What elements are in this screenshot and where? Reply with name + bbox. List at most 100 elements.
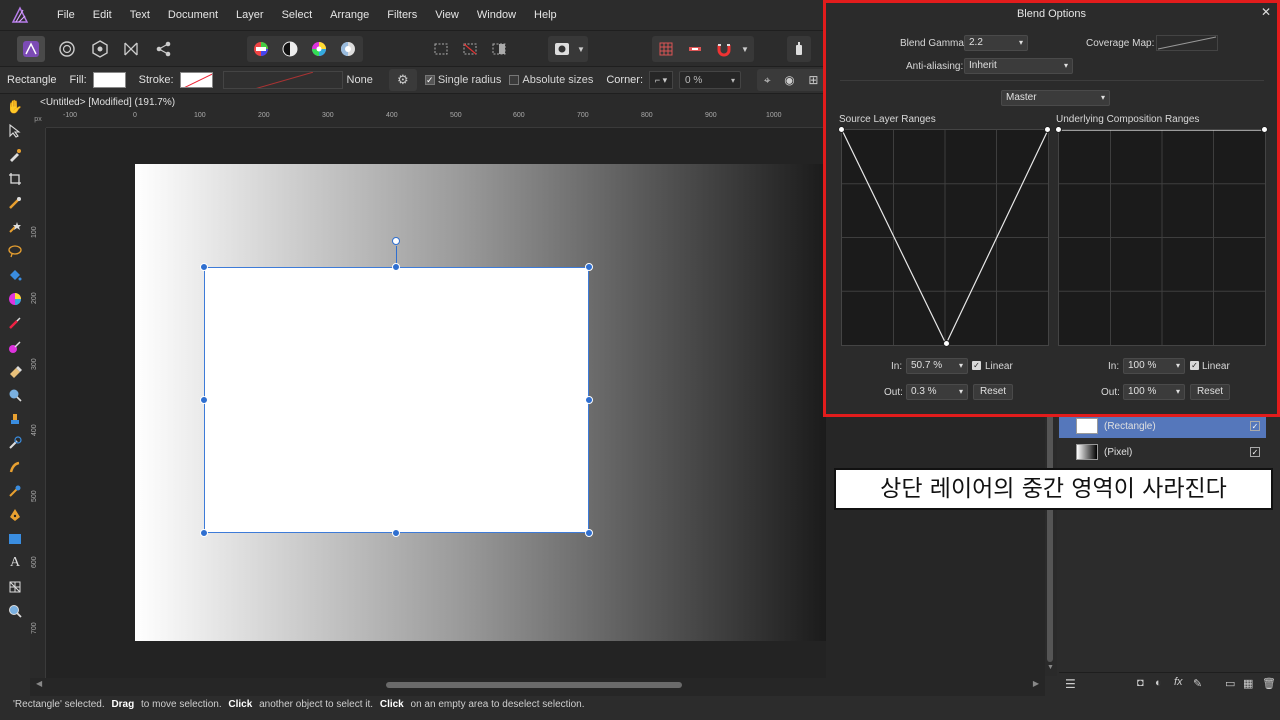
source-ranges-graph[interactable] (841, 129, 1049, 346)
vertical-scroll-thumb[interactable] (1047, 410, 1053, 662)
adjustment-icon[interactable]: ◐ (1155, 677, 1162, 689)
paint-brush-tool-icon[interactable] (5, 313, 25, 333)
blemish-removal-tool-icon[interactable] (5, 433, 25, 453)
snapping-magnet-icon[interactable] (710, 36, 738, 62)
marquee-selection-icon[interactable] (427, 36, 455, 62)
layer-row-rectangle[interactable]: (Rectangle) ✓ (1059, 414, 1266, 438)
settings-button[interactable]: ⚙ (388, 69, 417, 91)
sharpen-tool-icon[interactable] (5, 481, 25, 501)
gradient-tool-icon[interactable] (5, 289, 25, 309)
underlying-reset-button[interactable]: Reset (1190, 384, 1230, 400)
resize-handle-top[interactable] (392, 263, 400, 271)
resize-handle-top-right[interactable] (585, 263, 593, 271)
mesh-warp-tool-icon[interactable] (5, 577, 25, 597)
tone-mapping-persona-icon[interactable] (117, 36, 145, 62)
resize-handle-bottom[interactable] (392, 529, 400, 537)
resize-handle-right[interactable] (585, 396, 593, 404)
corner-type-dropdown[interactable]: ⌐ ▾ (649, 71, 674, 89)
single-radius-checkbox[interactable]: ✓ (424, 75, 435, 85)
menu-window[interactable]: Window (468, 9, 525, 21)
scroll-down-icon[interactable]: ▼ (1047, 664, 1054, 671)
source-curve-point[interactable] (943, 340, 950, 347)
color-wheel-icon[interactable] (305, 36, 333, 62)
color-picker-tool-icon[interactable] (5, 145, 25, 165)
group-folder-icon[interactable]: ▭ (1225, 677, 1235, 690)
export-persona-icon[interactable] (150, 36, 178, 62)
channel-dropdown[interactable]: Master ▾ (1001, 90, 1110, 106)
canvas[interactable] (46, 128, 826, 678)
mask-icon[interactable]: ◘ (1137, 677, 1144, 689)
hand-tool-icon[interactable]: ✋ (5, 97, 25, 117)
menu-arrange[interactable]: Arrange (321, 9, 378, 21)
grid-icon[interactable] (652, 36, 680, 62)
layers-stack-icon[interactable]: ☰ (1065, 677, 1076, 691)
underlying-ranges-graph[interactable] (1058, 129, 1266, 346)
underlying-curve-point[interactable] (1055, 126, 1062, 133)
fill-swatch[interactable] (92, 72, 126, 88)
white-balance-icon[interactable] (334, 36, 362, 62)
lasso-tool-icon[interactable] (5, 241, 25, 261)
rectangle-shape[interactable] (204, 267, 589, 533)
horizontal-scroll-thumb[interactable] (386, 682, 682, 688)
chevron-down-icon[interactable]: ▼ (574, 36, 588, 62)
layer-visibility-checkbox[interactable]: ✓ (1250, 421, 1260, 431)
chevron-down-icon[interactable]: ▼ (738, 36, 752, 62)
menu-layer[interactable]: Layer (227, 9, 273, 21)
rectangle-tool-icon[interactable] (5, 529, 25, 549)
liquify-persona-icon[interactable] (53, 36, 81, 62)
levels-icon[interactable] (247, 36, 275, 62)
vertical-scrollbar[interactable]: ▼ (1045, 410, 1057, 676)
fx-icon[interactable]: fx (1174, 676, 1183, 688)
layer-row-pixel[interactable]: (Pixel) ✓ (1059, 440, 1266, 464)
snap-guides-icon[interactable] (681, 36, 709, 62)
underlying-out-field[interactable]: 100 % ▾ (1123, 384, 1185, 400)
resize-handle-left[interactable] (200, 396, 208, 404)
stroke-style-preview[interactable] (222, 71, 343, 89)
pixel-layer-icon[interactable]: ▦ (1243, 677, 1253, 690)
align-icon[interactable]: ⊞ (808, 73, 818, 87)
pen-tool-icon[interactable] (5, 505, 25, 525)
fill-tool-icon[interactable] (5, 265, 25, 285)
source-reset-button[interactable]: Reset (973, 384, 1013, 400)
menu-select[interactable]: Select (273, 9, 322, 21)
menu-filters[interactable]: Filters (378, 9, 426, 21)
source-curve-point[interactable] (1044, 126, 1051, 133)
source-out-field[interactable]: 0.3 % ▾ (906, 384, 968, 400)
selection-brush-tool-icon[interactable] (5, 193, 25, 213)
stroke-swatch[interactable] (179, 72, 213, 88)
horizontal-scrollbar[interactable]: ◀ ▶ (30, 678, 1045, 692)
clone-tool-icon[interactable] (5, 409, 25, 429)
source-linear-checkbox[interactable]: ✓ (972, 361, 981, 370)
scroll-right-icon[interactable]: ▶ (1033, 679, 1039, 688)
menu-document[interactable]: Document (159, 9, 227, 21)
menu-text[interactable]: Text (121, 9, 159, 21)
antialiasing-dropdown[interactable]: Inherit ▾ (964, 58, 1073, 74)
affinity-photo-logo-icon[interactable] (10, 5, 30, 25)
underlying-curve-point[interactable] (1261, 126, 1268, 133)
dodge-tool-icon[interactable] (5, 385, 25, 405)
flood-select-tool-icon[interactable] (5, 217, 25, 237)
document-tab[interactable]: <Untitled> [Modified] (191.7%) (30, 94, 830, 112)
brush-icon[interactable]: ✎ (1193, 677, 1202, 690)
corner-value-field[interactable]: 0 % ▾ (679, 71, 742, 89)
quick-mask-icon[interactable] (548, 36, 576, 62)
close-icon[interactable]: ✕ (1261, 5, 1271, 19)
source-curve-point[interactable] (838, 126, 845, 133)
scroll-left-icon[interactable]: ◀ (36, 679, 42, 688)
crop-tool-icon[interactable] (5, 169, 25, 189)
assistant-icon[interactable] (785, 36, 813, 62)
resize-handle-bottom-right[interactable] (585, 529, 593, 537)
crosshair-icon[interactable]: ⌖ (764, 73, 771, 88)
blend-gamma-dropdown[interactable]: 2.2 ▾ (964, 35, 1028, 51)
underlying-linear-checkbox[interactable]: ✓ (1190, 361, 1199, 370)
source-in-field[interactable]: 50.7 % ▾ (906, 358, 968, 374)
rotation-handle[interactable] (392, 237, 400, 245)
layer-visibility-checkbox[interactable]: ✓ (1250, 447, 1260, 457)
zoom-tool-icon[interactable] (5, 601, 25, 621)
smudge-tool-icon[interactable] (5, 457, 25, 477)
resize-handle-top-left[interactable] (200, 263, 208, 271)
menu-edit[interactable]: Edit (84, 9, 121, 21)
photo-persona-icon[interactable] (17, 36, 45, 62)
absolute-sizes-checkbox[interactable] (509, 75, 520, 85)
eye-icon[interactable]: ◉ (784, 73, 794, 87)
